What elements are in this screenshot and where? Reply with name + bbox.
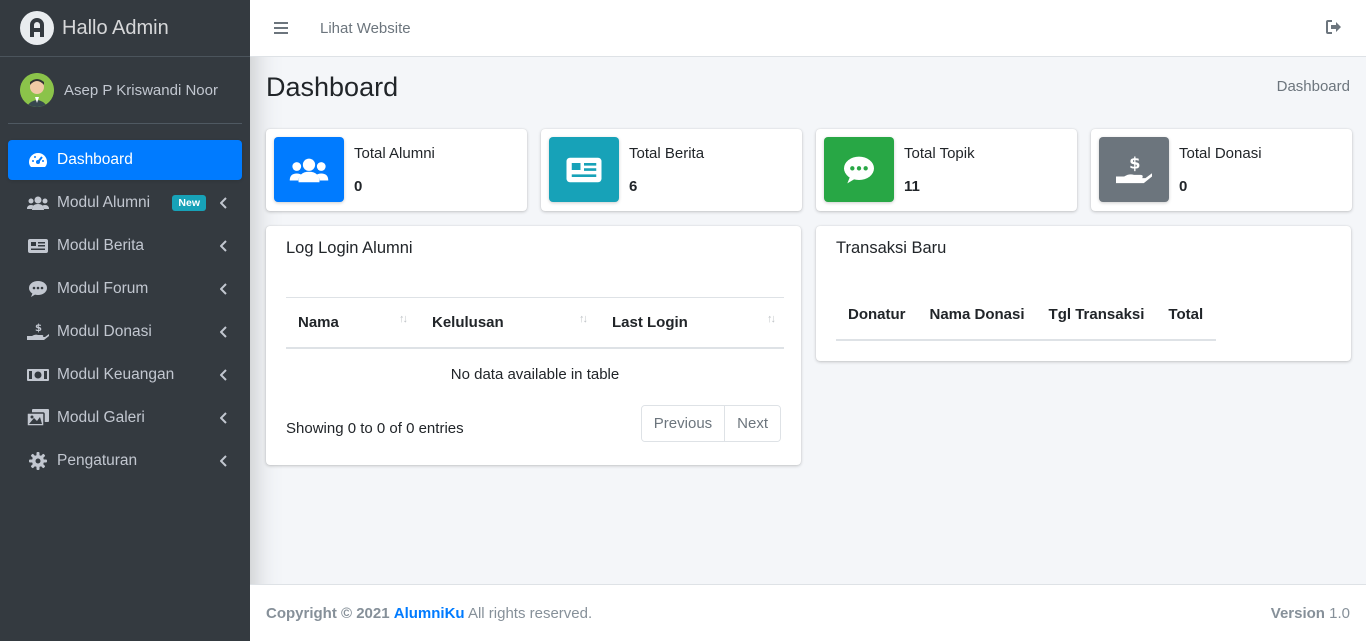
svg-text:$: $ (35, 323, 42, 334)
column-label: Nama (298, 313, 339, 331)
hamburger-menu-icon[interactable] (274, 19, 288, 37)
pagination: Previous Next (640, 405, 781, 442)
sidebar-item-modul-alumni[interactable]: Modul Alumni New (8, 183, 242, 223)
sidebar-item-label: Dashboard (57, 151, 133, 168)
footer-brand-link[interactable]: AlumniKu (394, 605, 465, 622)
previous-button[interactable]: Previous (641, 406, 725, 441)
svg-text:$: $ (1129, 154, 1140, 172)
card-title: Log Login Alumni (286, 239, 413, 257)
info-box-value: 0 (354, 178, 363, 195)
rights-text: All rights reserved. (467, 605, 593, 622)
info-box-label: Total Topik (904, 145, 975, 162)
sidebar-item-label: Modul Alumni (57, 194, 151, 211)
chevron-left-icon (219, 196, 228, 214)
sidebar-item-label: Pengaturan (57, 452, 138, 469)
transaksi-card: Transaksi Baru Donatur Nama Donasi Tgl T… (816, 226, 1351, 361)
footer: Copyright © 2021 AlumniKu All rights res… (250, 584, 1366, 641)
sidebar-item-modul-galeri[interactable]: Modul Galeri (8, 398, 242, 438)
copyright-text: Copyright © 2021 (266, 605, 390, 622)
info-box-total-topik: Total Topik 11 (816, 129, 1077, 211)
user-panel[interactable]: Asep P Kriswandi Noor (8, 57, 242, 124)
info-box-label: Total Donasi (1179, 145, 1262, 162)
info-box-total-berita: Total Berita 6 (541, 129, 802, 211)
sidebar-item-label: Modul Berita (57, 237, 145, 254)
card-title: Transaksi Baru (836, 239, 947, 257)
info-box-label: Total Alumni (354, 145, 435, 162)
column-header-kelulusan[interactable]: Kelulusan ↑↓ (420, 298, 600, 348)
chevron-left-icon (219, 239, 228, 257)
new-badge: New (172, 195, 206, 211)
tachometer-icon (26, 150, 50, 170)
hand-holding-usd-icon: $ (1099, 137, 1169, 202)
version-number: 1.0 (1329, 605, 1350, 622)
brand-logo-icon (20, 11, 54, 45)
sidebar-item-modul-donasi[interactable]: $ Modul Donasi (8, 312, 242, 352)
money-bill-icon (26, 365, 50, 385)
cog-icon (26, 451, 50, 471)
transaksi-table: Donatur Nama Donasi Tgl Transaksi Total (836, 290, 1217, 341)
info-box-total-donasi: $ Total Donasi 0 (1091, 129, 1352, 211)
comment-dots-icon (824, 137, 894, 202)
sort-icon: ↑↓ (399, 313, 408, 325)
sidebar-nav: Dashboard Modul Alumni New Modul Berita … (0, 124, 250, 481)
user-name: Asep P Kriswandi Noor (64, 81, 218, 99)
sidebar-item-dashboard[interactable]: Dashboard (8, 140, 242, 180)
users-icon (274, 137, 344, 202)
empty-table-message: No data available in table (450, 365, 620, 383)
brand-link[interactable]: Hallo Admin (0, 0, 250, 57)
info-box-label: Total Berita (629, 145, 705, 162)
column-label: Kelulusan (432, 313, 504, 331)
sidebar-item-modul-berita[interactable]: Modul Berita (8, 226, 242, 266)
sidebar-item-label: Modul Galeri (57, 409, 145, 426)
log-login-table: Nama ↑↓ Kelulusan ↑↓ Last Login ↑↓ No da… (286, 297, 784, 400)
chevron-left-icon (219, 411, 228, 429)
breadcrumb[interactable]: Dashboard (1277, 78, 1350, 95)
lihat-website-link[interactable]: Lihat Website (320, 20, 411, 37)
avatar (20, 73, 54, 107)
column-label: Last Login (612, 313, 688, 331)
sidebar-item-pengaturan[interactable]: Pengaturan (8, 441, 242, 481)
sidebar: Hallo Admin Asep P Kriswandi Noor Dashbo… (0, 0, 250, 641)
info-box-total-alumni: Total Alumni 0 (266, 129, 527, 211)
hand-holding-usd-icon: $ (26, 322, 50, 342)
info-box-value: 11 (904, 178, 920, 195)
column-header-nama-donasi[interactable]: Nama Donasi (918, 290, 1037, 340)
newspaper-icon (549, 137, 619, 202)
newspaper-icon (26, 236, 50, 256)
sidebar-item-modul-keuangan[interactable]: Modul Keuangan (8, 355, 242, 395)
column-header-total[interactable]: Total (1156, 290, 1216, 340)
comment-icon (26, 279, 50, 299)
chevron-left-icon (219, 325, 228, 343)
sidebar-item-label: Modul Keuangan (57, 366, 175, 383)
users-icon (26, 193, 50, 213)
info-box-value: 0 (1179, 178, 1188, 195)
sidebar-item-label: Modul Forum (57, 280, 149, 297)
sidebar-item-modul-forum[interactable]: Modul Forum (8, 269, 242, 309)
version-label: Version (1270, 605, 1325, 622)
sort-icon: ↑↓ (579, 313, 588, 325)
page-title: Dashboard (266, 72, 399, 102)
top-navbar: Lihat Website (250, 0, 1366, 57)
log-login-card: Log Login Alumni Nama ↑↓ Kelulusan ↑↓ La… (266, 226, 801, 465)
chevron-left-icon (219, 454, 228, 472)
footer-version: Version 1.0 (1271, 605, 1350, 622)
sign-out-icon[interactable] (1326, 20, 1342, 39)
sidebar-item-label: Modul Donasi (57, 323, 152, 340)
column-header-last-login[interactable]: Last Login ↑↓ (600, 298, 784, 348)
info-box-value: 6 (629, 178, 638, 195)
footer-copyright: Copyright © 2021 AlumniKu All rights res… (266, 605, 592, 622)
chevron-left-icon (219, 282, 228, 300)
table-info: Showing 0 to 0 of 0 entries (286, 420, 464, 437)
column-header-donatur[interactable]: Donatur (836, 290, 918, 340)
images-icon (26, 408, 50, 428)
column-header-nama[interactable]: Nama ↑↓ (286, 298, 420, 348)
brand-title: Hallo Admin (62, 16, 169, 39)
column-header-tgl-transaksi[interactable]: Tgl Transaksi (1037, 290, 1157, 340)
chevron-left-icon (219, 368, 228, 386)
sort-icon: ↑↓ (767, 313, 776, 325)
next-button[interactable]: Next (724, 406, 780, 441)
